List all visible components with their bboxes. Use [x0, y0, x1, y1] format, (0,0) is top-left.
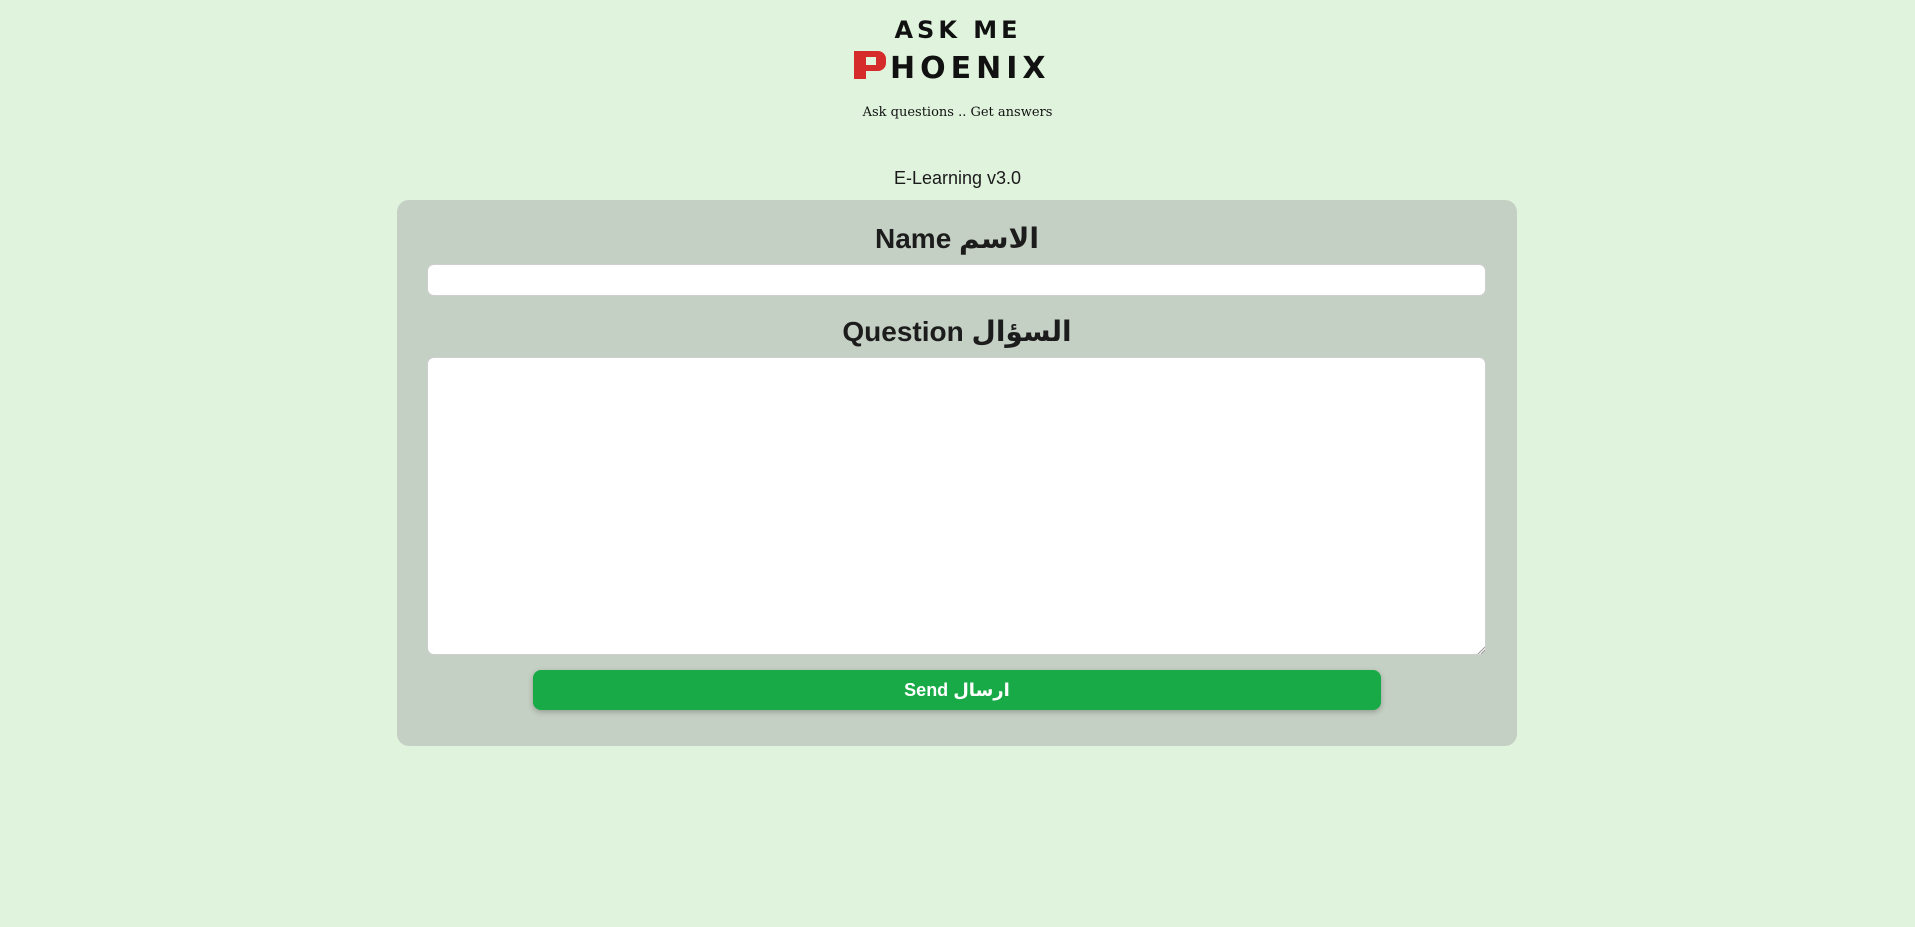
ask-me-phoenix-logo: ASK ME HOENIX	[848, 14, 1068, 84]
name-input[interactable]	[427, 264, 1486, 296]
version-label: E-Learning v3.0	[893, 168, 1022, 188]
question-textarea[interactable]	[427, 357, 1486, 655]
name-label: Name الاسم	[875, 223, 1039, 254]
svg-text:HOENIX: HOENIX	[890, 51, 1051, 84]
tagline: Ask questions .. Get answers	[862, 105, 1053, 120]
question-form-card: Name الاسم Question السؤال Send ارسال	[397, 200, 1517, 746]
question-label: Question السؤال	[842, 316, 1072, 347]
send-button[interactable]: Send ارسال	[533, 670, 1381, 710]
svg-text:ASK ME: ASK ME	[894, 16, 1021, 44]
page: ASK ME HOENIX Ask questions .. Get answe…	[0, 0, 1915, 927]
logo-graphic: ASK ME HOENIX	[854, 16, 1051, 84]
resize-handle-icon[interactable]	[1477, 646, 1485, 654]
